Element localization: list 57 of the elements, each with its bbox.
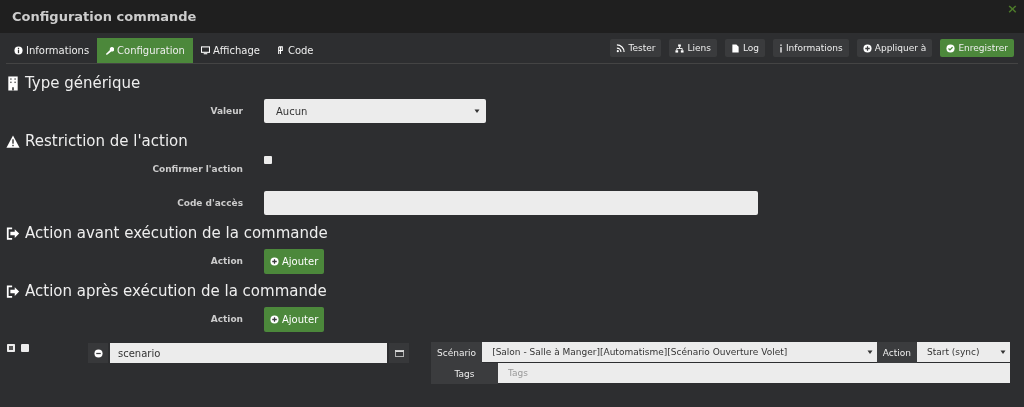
warning-icon [6,133,20,149]
check-icon [946,43,956,53]
rss-icon [616,43,626,53]
caret-icon [474,108,480,114]
caret-icon [866,349,873,355]
tab[interactable]: Configuration [97,38,193,63]
file-icon [730,43,740,53]
code-icon [275,46,285,55]
field-label: Scénario [431,342,483,363]
info-icon [14,46,23,55]
tags-field[interactable]: Tags [498,363,1010,383]
tab[interactable]: Informations [6,38,98,63]
info-icon [778,43,783,53]
tab[interactable]: Affichage [192,38,268,63]
plus-icon [270,256,279,266]
scenario-select[interactable]: [Salon - Salle à Manger][Automatisme][Scénario Ouverture Volet] [482,342,877,362]
checkbox[interactable] [264,156,272,164]
field-label: Confirmer l'action [151,164,243,174]
plus-icon [862,43,872,53]
field-label: Action [209,314,243,324]
window-title: Configuration commande [12,9,197,24]
toolbar-button[interactable]: Liens [669,39,717,57]
action-select[interactable]: Start (sync) [917,342,1010,362]
field-label: Code d'accès [176,198,243,208]
field-label: Action [209,256,243,266]
section-title: Restriction de l'action [6,130,1018,152]
toolbar-button[interactable]: Log [724,39,765,57]
section-title: Type générique [6,72,1018,94]
section-title: Action avant exécution de la commande [6,222,1018,244]
select-field[interactable]: Aucun [264,99,486,123]
sitemap-icon [675,43,685,53]
toolbar-button[interactable]: Enregistrer [940,39,1014,57]
toolbar-button[interactable]: Tester [610,39,662,57]
checkbox[interactable] [7,344,15,352]
monitor-icon [200,46,210,55]
toolbar-button[interactable]: Informations [772,39,849,57]
tab[interactable]: Code [267,38,322,63]
add-button[interactable]: Ajouter [264,306,325,332]
field-label: Action [876,342,917,363]
remove-button[interactable] [88,343,108,363]
input-field[interactable] [264,191,758,215]
minus-icon [93,348,103,358]
caret-icon [1000,349,1006,355]
section-title: Action après exécution de la commande [6,280,1018,302]
add-button[interactable]: Ajouter [264,248,325,274]
plus-icon [270,314,279,324]
field-label: Valeur [209,106,243,116]
sign-out-icon [6,283,20,299]
toolbar-button[interactable]: Appliquer à [856,39,933,57]
command-field[interactable]: scenario [110,343,387,363]
building-icon [6,75,20,91]
checkbox[interactable] [21,344,29,352]
list-icon [394,348,404,358]
list-button[interactable] [389,343,409,363]
wrench-icon [105,46,115,55]
sign-out-icon [6,225,20,241]
field-label: Tags [431,363,498,384]
